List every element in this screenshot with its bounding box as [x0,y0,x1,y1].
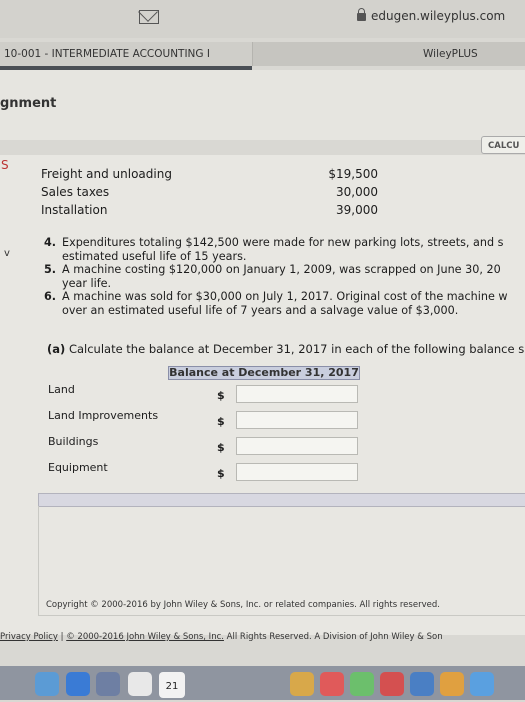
item-text-line: estimated useful life of 15 years. [62,249,247,263]
app-icon[interactable] [66,672,90,696]
balance-row-label: Land [48,383,75,396]
page-title: gnment [0,96,57,111]
wiley-copyright-link[interactable]: © 2000-2016 John Wiley & Sons, Inc. [66,632,224,642]
app-icon[interactable] [410,672,434,696]
app-icon[interactable] [350,672,374,696]
table-row: Land Improvements $ [44,407,362,433]
land-balance-input[interactable] [236,385,358,403]
balance-table-header: Balance at December 31, 2017 [168,366,360,380]
list-item: 5. A machine costing $120,000 on January… [44,263,522,290]
table-row: Equipment $ [44,459,362,485]
privacy-policy-link[interactable]: Privacy Policy [0,632,58,642]
question-list: 4. Expenditures totaling $142,500 were m… [44,236,522,317]
mail-icon[interactable] [139,10,159,24]
tab-intermediate-accounting[interactable]: 10-001 - INTERMEDIATE ACCOUNTING I [0,42,250,66]
item-text-line: year life. [62,276,112,290]
item-text-line: Expenditures totaling $142,500 were made… [62,236,504,249]
currency-symbol: $ [217,441,225,454]
currency-symbol: $ [217,415,225,428]
left-sidebar-mark: S [1,158,9,172]
table-row: Sales taxes 30,000 [38,184,382,202]
item-number: 4. [44,236,57,249]
tab-wileyplus[interactable]: WileyPLUS [252,42,525,66]
currency-symbol: $ [217,389,225,402]
safari-icon[interactable] [35,672,59,696]
balance-row-label: Land Improvements [48,409,159,422]
page-footer: Privacy Policy | © 2000-2016 John Wiley … [0,632,525,642]
balance-row-label: Buildings [48,435,99,448]
list-item: 4. Expenditures totaling $142,500 were m… [44,236,522,263]
app-icon[interactable] [320,672,344,696]
part-a-label: (a) [47,342,66,356]
cost-item-label: Freight and unloading [41,167,172,181]
table-row: Buildings $ [44,433,362,459]
buildings-balance-input[interactable] [236,437,358,455]
item-text-line: A machine was sold for $30,000 on July 1… [62,290,508,303]
copyright-text: Copyright © 2000-2016 by John Wiley & So… [46,600,440,610]
cost-items-table: Freight and unloading $19,500 Sales taxe… [38,166,382,220]
balance-table: Land $ Land Improvements $ Buildings $ E… [44,381,362,485]
calculator-button[interactable]: CALCU [481,136,525,154]
equipment-balance-input[interactable] [236,463,358,481]
notes-icon[interactable] [128,672,152,696]
footer-separator: | [60,632,64,642]
app-icon[interactable] [470,672,494,696]
cost-item-label: Installation [41,203,108,217]
balance-row-label: Equipment [48,461,108,474]
cost-item-amount: 39,000 [336,203,378,217]
item-text-line: A machine costing $120,000 on January 1,… [62,263,501,276]
lock-icon [357,8,366,21]
part-a-text: Calculate the balance at December 31, 20… [68,342,525,356]
photos-icon[interactable] [96,672,120,696]
calendar-icon[interactable]: 21 [159,672,185,698]
land-improvements-balance-input[interactable] [236,411,358,429]
left-sidebar-mark-bottom: v [4,248,10,259]
currency-symbol: $ [217,467,225,480]
cost-item-amount: $19,500 [328,167,378,181]
section-divider-bar [38,493,525,507]
item-number: 5. [44,263,57,276]
footer-rights-text: All Rights Reserved. A Division of John … [223,632,443,642]
address-bar-url[interactable]: edugen.wileyplus.com [371,9,505,23]
part-a-question: (a) Calculate the balance at December 31… [47,342,525,356]
table-row: Installation 39,000 [38,202,382,220]
app-icon[interactable] [290,672,314,696]
item-text-line: over an estimated useful life of 7 years… [62,303,459,317]
table-row: Land $ [44,381,362,407]
cost-item-label: Sales taxes [41,185,110,199]
app-icon[interactable] [380,672,404,696]
cost-item-amount: 30,000 [336,185,378,199]
table-row: Freight and unloading $19,500 [38,166,382,184]
list-item: 6. A machine was sold for $30,000 on Jul… [44,290,522,317]
item-number: 6. [44,290,57,303]
page-header [0,70,525,140]
app-icon[interactable] [440,672,464,696]
